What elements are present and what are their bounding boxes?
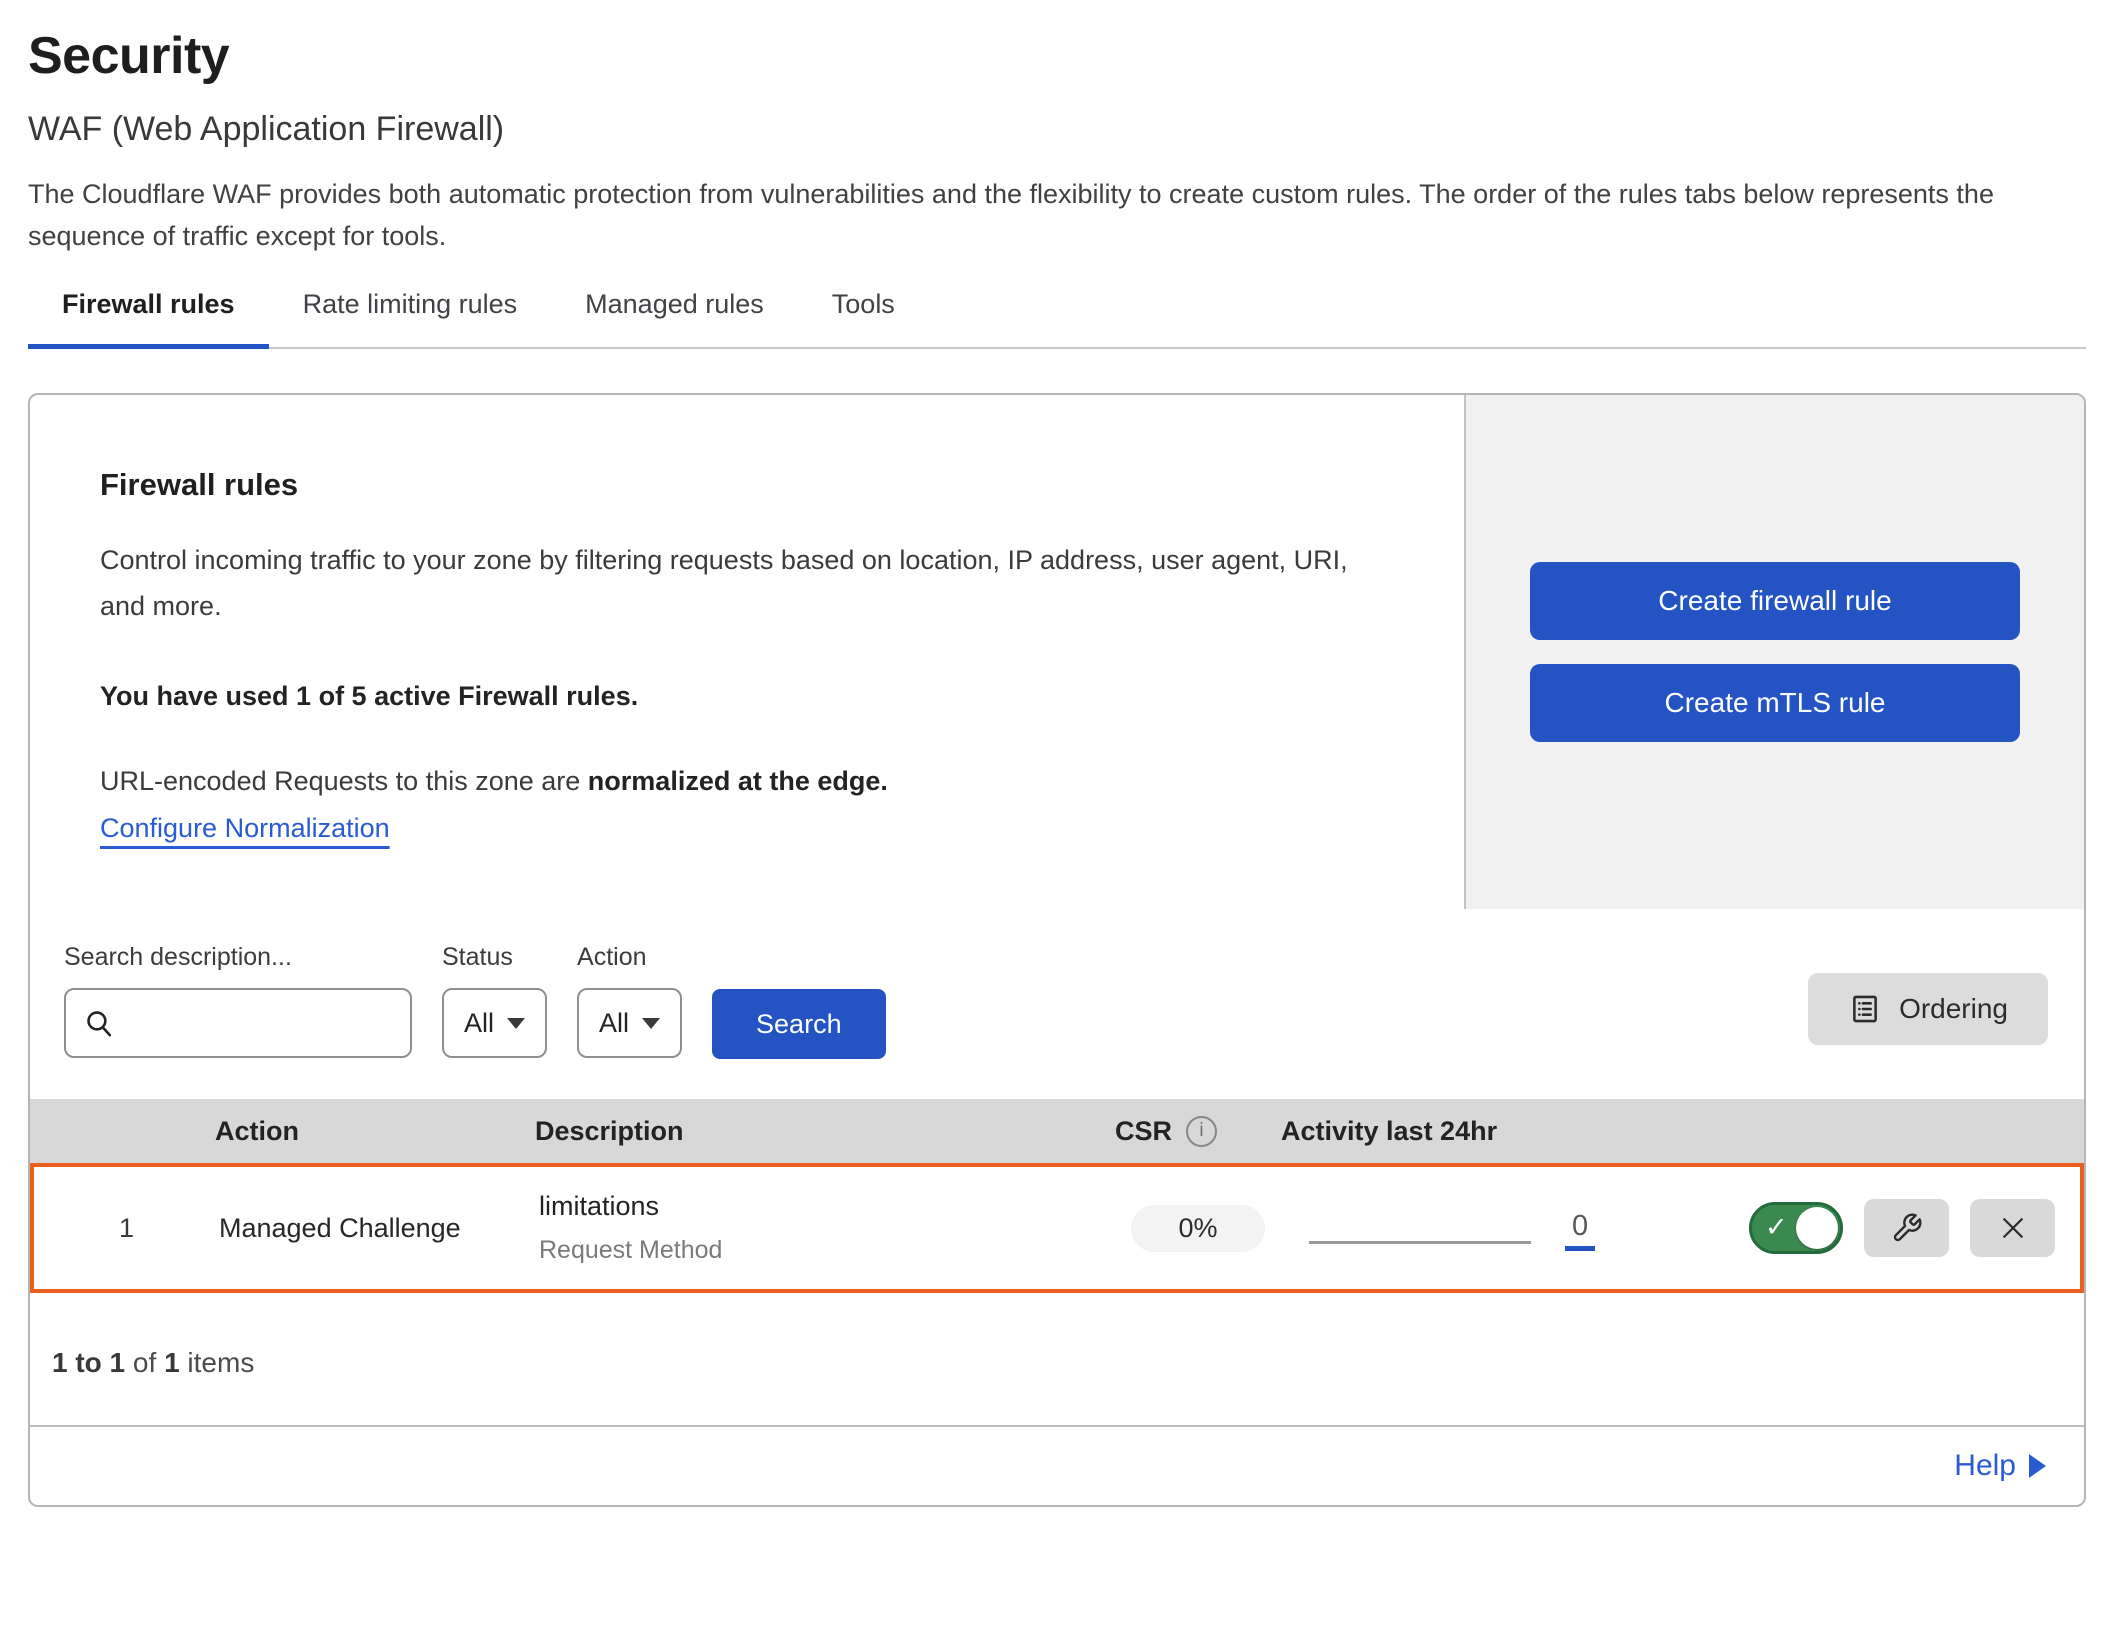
rule-order: 1 <box>34 1213 219 1244</box>
section-heading: Firewall rules <box>100 467 1394 503</box>
page-description: The Cloudflare WAF provides both automat… <box>28 173 2078 257</box>
activity-count-link[interactable]: 0 <box>1565 1212 1595 1251</box>
csr-badge: 0% <box>1131 1205 1265 1252</box>
ordering-list-icon <box>1848 992 1882 1026</box>
search-field <box>64 988 412 1058</box>
table-row: 1 Managed Challenge limitations Request … <box>30 1163 2084 1293</box>
tab-bar: Firewall rules Rate limiting rules Manag… <box>28 271 2086 349</box>
tab-managed-rules[interactable]: Managed rules <box>551 271 798 349</box>
configure-normalization-link[interactable]: Configure Normalization <box>100 813 390 844</box>
create-firewall-rule-button[interactable]: Create firewall rule <box>1530 562 2020 640</box>
usage-summary: You have used 1 of 5 active Firewall rul… <box>100 681 1394 712</box>
tab-tools[interactable]: Tools <box>798 271 929 349</box>
column-description: Description <box>535 1116 1095 1147</box>
page-subtitle: WAF (Web Application Firewall) <box>28 110 2086 149</box>
info-icon[interactable]: i <box>1186 1116 1217 1147</box>
help-arrow-icon <box>2029 1454 2046 1478</box>
wrench-icon <box>1891 1212 1923 1244</box>
rule-description: limitations <box>539 1191 1099 1222</box>
tab-rate-limiting-rules[interactable]: Rate limiting rules <box>269 271 552 349</box>
filter-bar: Search description... Status All Action … <box>30 909 2084 1099</box>
status-label: Status <box>442 943 547 972</box>
check-icon: ✓ <box>1765 1212 1788 1243</box>
chevron-down-icon <box>642 1018 660 1029</box>
toggle-knob <box>1796 1207 1838 1249</box>
section-description: Control incoming traffic to your zone by… <box>100 537 1370 629</box>
search-description-label: Search description... <box>64 943 412 972</box>
search-description-input[interactable] <box>64 988 412 1058</box>
close-icon <box>1998 1213 2028 1243</box>
help-link[interactable]: Help <box>1954 1449 2046 1483</box>
create-mtls-rule-button[interactable]: Create mTLS rule <box>1530 664 2020 742</box>
firewall-rules-card: Firewall rules Control incoming traffic … <box>28 393 2086 1507</box>
search-icon <box>84 1008 115 1039</box>
tab-firewall-rules[interactable]: Firewall rules <box>28 271 269 349</box>
chevron-down-icon <box>507 1018 525 1029</box>
help-row: Help <box>30 1425 2084 1505</box>
ordering-button[interactable]: Ordering <box>1808 973 2048 1045</box>
page-title: Security <box>28 26 2086 86</box>
delete-rule-button[interactable] <box>1970 1199 2055 1257</box>
table-header: Action Description CSR i Activity last 2… <box>30 1099 2084 1163</box>
create-actions-panel: Create firewall rule Create mTLS rule <box>1464 395 2084 909</box>
action-select[interactable]: All <box>577 988 682 1058</box>
column-activity: Activity last 24hr <box>1275 1116 1695 1147</box>
search-button[interactable]: Search <box>712 989 886 1059</box>
activity-sparkline <box>1309 1241 1531 1244</box>
action-label: Action <box>577 943 682 972</box>
status-select[interactable]: All <box>442 988 547 1058</box>
pagination-summary: 1 to 1 of 1 items <box>30 1293 2084 1425</box>
normalization-note: URL-encoded Requests to this zone are no… <box>100 766 1394 797</box>
security-waf-page: Security WAF (Web Application Firewall) … <box>0 0 2114 1507</box>
column-csr: CSR <box>1115 1116 1172 1147</box>
column-action: Action <box>215 1116 535 1147</box>
firewall-rules-intro-section: Firewall rules Control incoming traffic … <box>30 395 2084 909</box>
rule-expression: Request Method <box>539 1236 1099 1265</box>
rule-action: Managed Challenge <box>219 1213 539 1244</box>
rule-enabled-toggle[interactable]: ✓ <box>1749 1202 1843 1254</box>
edit-rule-button[interactable] <box>1864 1199 1949 1257</box>
